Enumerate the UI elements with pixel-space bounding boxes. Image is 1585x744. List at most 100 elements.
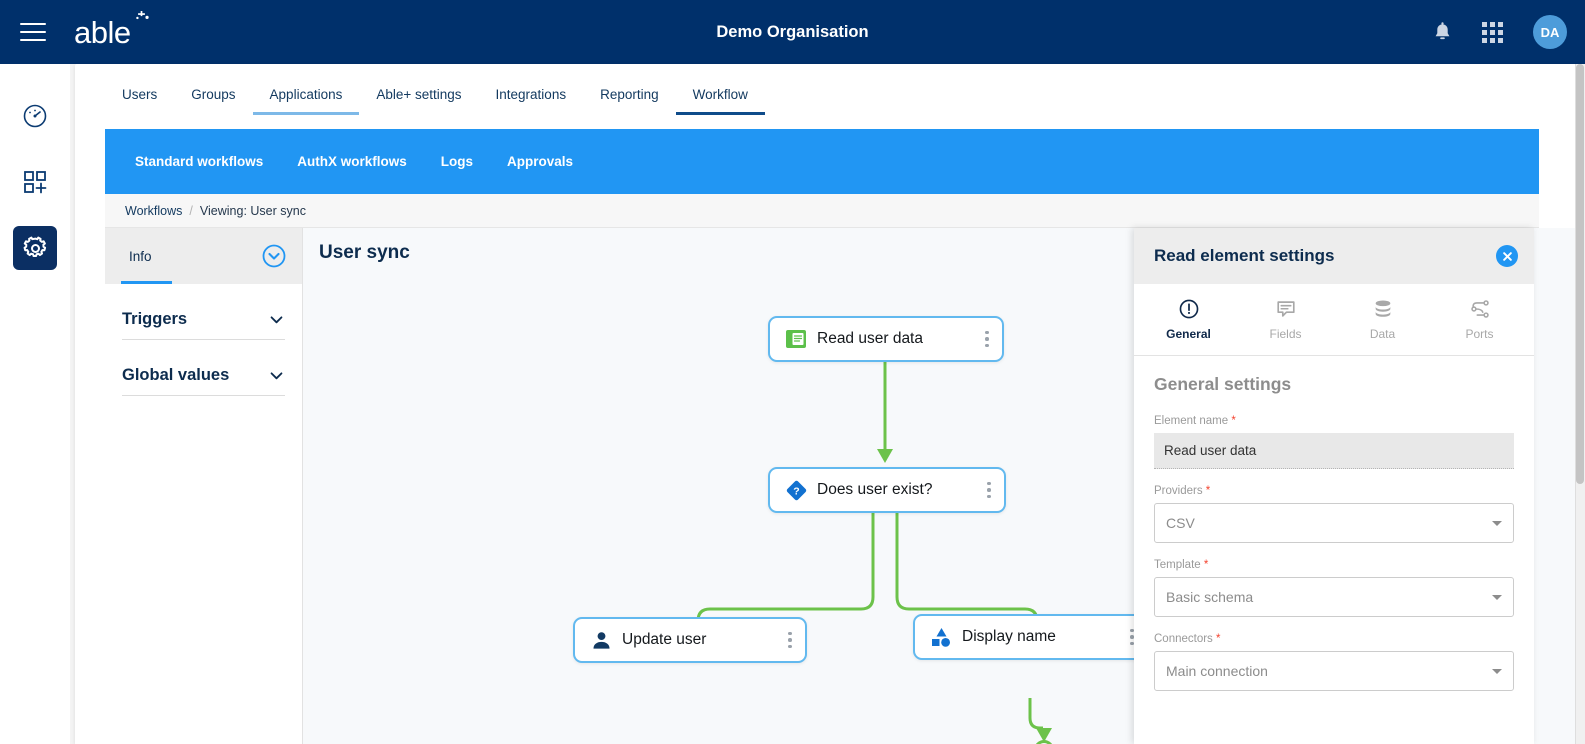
tab-workflow[interactable]: Workflow xyxy=(676,87,765,115)
settings-panel-body: General settings Element name * Read use… xyxy=(1134,356,1534,744)
breadcrumb-root[interactable]: Workflows xyxy=(125,204,182,218)
tab-label: Workflow xyxy=(693,87,748,102)
select-value: CSV xyxy=(1166,515,1195,531)
gear-icon xyxy=(22,235,49,262)
settings-panel-header: Read element settings xyxy=(1134,228,1534,284)
close-icon[interactable] xyxy=(1496,245,1518,267)
subnav-standard-workflows[interactable]: Standard workflows xyxy=(135,154,263,169)
flow-node-update-user[interactable]: Update user xyxy=(573,617,807,663)
brand-text: able xyxy=(74,15,131,50)
bell-icon[interactable] xyxy=(1433,22,1452,43)
tab-users[interactable]: Users xyxy=(105,87,174,115)
question-diamond-icon: ? xyxy=(784,478,808,502)
flow-node-does-user-exist[interactable]: ? Does user exist? xyxy=(768,467,1006,513)
flow-node-read-user-data[interactable]: Read user data xyxy=(768,316,1004,362)
avatar[interactable]: DA xyxy=(1533,15,1567,49)
info-panel-header[interactable]: Info xyxy=(105,228,302,284)
settings-tab-ports[interactable]: Ports xyxy=(1431,284,1528,355)
field-label-text: Connectors xyxy=(1154,633,1213,645)
field-label-text: Providers xyxy=(1154,485,1203,497)
page-scrollbar[interactable] xyxy=(1575,64,1585,744)
field-connectors: Connectors * Main connection xyxy=(1154,633,1514,691)
tab-label: Reporting xyxy=(600,87,659,102)
document-green-icon xyxy=(784,327,808,351)
tab-label: Groups xyxy=(191,87,235,102)
required-marker: * xyxy=(1216,633,1220,645)
tab-indicator xyxy=(359,112,478,115)
breadcrumb-current: Viewing: User sync xyxy=(200,204,306,218)
hamburger-icon[interactable] xyxy=(20,23,46,41)
accordion-label: Global values xyxy=(122,366,229,385)
tab-applications[interactable]: Applications xyxy=(253,87,360,115)
settings-tab-label: Ports xyxy=(1465,327,1493,341)
tab-indicator xyxy=(105,112,174,115)
database-icon xyxy=(1372,298,1394,320)
breadcrumb-separator: / xyxy=(189,204,192,218)
workflow-subnav: Standard workflows AuthX workflows Logs … xyxy=(105,129,1539,194)
field-label: Connectors * xyxy=(1154,633,1514,645)
field-element-name: Element name * Read user data xyxy=(1154,415,1514,469)
accordion-global-values[interactable]: Global values xyxy=(122,340,285,396)
field-label: Element name * xyxy=(1154,415,1514,427)
top-bar-actions: DA xyxy=(1433,0,1567,64)
required-marker: * xyxy=(1231,415,1235,427)
speech-bubble-icon xyxy=(1275,298,1297,320)
subnav-authx-workflows[interactable]: AuthX workflows xyxy=(297,154,407,169)
chevron-down-icon xyxy=(1492,669,1502,674)
scrollbar-thumb[interactable] xyxy=(1576,64,1584,484)
breadcrumb: Workflows / Viewing: User sync xyxy=(105,194,1539,228)
element-name-input[interactable]: Read user data xyxy=(1154,433,1514,469)
flow-node-label: Update user xyxy=(622,631,777,649)
providers-select[interactable]: CSV xyxy=(1154,503,1514,543)
tab-groups[interactable]: Groups xyxy=(174,87,252,115)
settings-tab-general[interactable]: General xyxy=(1140,284,1237,355)
settings-tab-label: Fields xyxy=(1269,327,1301,341)
rail-item-dashboard[interactable] xyxy=(13,94,57,138)
tab-label: Able+ settings xyxy=(376,87,461,102)
grid-apps-icon[interactable] xyxy=(1482,22,1503,43)
person-icon xyxy=(589,628,613,652)
info-tab-label: Info xyxy=(129,249,152,264)
kebab-menu-icon[interactable] xyxy=(976,482,994,499)
rail-item-settings[interactable] xyxy=(13,226,57,270)
element-settings-panel: Read element settings Ge xyxy=(1134,228,1534,744)
tab-integrations[interactable]: Integrations xyxy=(479,87,584,115)
field-template: Template * Basic schema xyxy=(1154,559,1514,617)
settings-tab-fields[interactable]: Fields xyxy=(1237,284,1334,355)
flow-node-label: Display name xyxy=(962,628,1119,646)
field-label-text: Element name xyxy=(1154,415,1228,427)
tab-indicator xyxy=(583,112,676,115)
rail-item-applications[interactable] xyxy=(13,160,57,204)
brand-logo[interactable]: able xyxy=(74,17,131,48)
field-label: Template * xyxy=(1154,559,1514,571)
tab-reporting[interactable]: Reporting xyxy=(583,87,676,115)
content-area: Users Groups Applications Able+ settings… xyxy=(70,64,1585,744)
connectors-select[interactable]: Main connection xyxy=(1154,651,1514,691)
shapes-icon xyxy=(929,625,953,649)
kebab-menu-icon[interactable] xyxy=(777,632,795,649)
info-tab-indicator xyxy=(121,281,172,284)
tab-able-settings[interactable]: Able+ settings xyxy=(359,87,478,115)
plus-sparkle-icon xyxy=(133,11,150,28)
settings-tab-label: General xyxy=(1166,327,1211,341)
accordion-triggers[interactable]: Triggers xyxy=(122,284,285,340)
svg-text:?: ? xyxy=(793,485,799,497)
subnav-logs[interactable]: Logs xyxy=(441,154,473,169)
tab-indicator xyxy=(253,112,360,115)
chevron-down-icon xyxy=(1492,521,1502,526)
settings-tab-data[interactable]: Data xyxy=(1334,284,1431,355)
circle-chevron-down-icon[interactable] xyxy=(262,244,286,268)
flow-node-label: Read user data xyxy=(817,330,974,348)
settings-tabs: General Fields xyxy=(1134,284,1534,356)
template-select[interactable]: Basic schema xyxy=(1154,577,1514,617)
tab-label: Users xyxy=(122,87,157,102)
tab-label: Integrations xyxy=(496,87,567,102)
kebab-menu-icon[interactable] xyxy=(974,331,992,348)
select-value: Basic schema xyxy=(1166,589,1253,605)
flow-node-display-name[interactable]: Display name xyxy=(913,614,1149,660)
top-bar: able Demo Organisation D xyxy=(0,0,1585,64)
settings-tab-label: Data xyxy=(1370,327,1395,341)
accordion-label: Triggers xyxy=(122,310,187,329)
subnav-approvals[interactable]: Approvals xyxy=(507,154,573,169)
ports-icon xyxy=(1469,298,1491,320)
